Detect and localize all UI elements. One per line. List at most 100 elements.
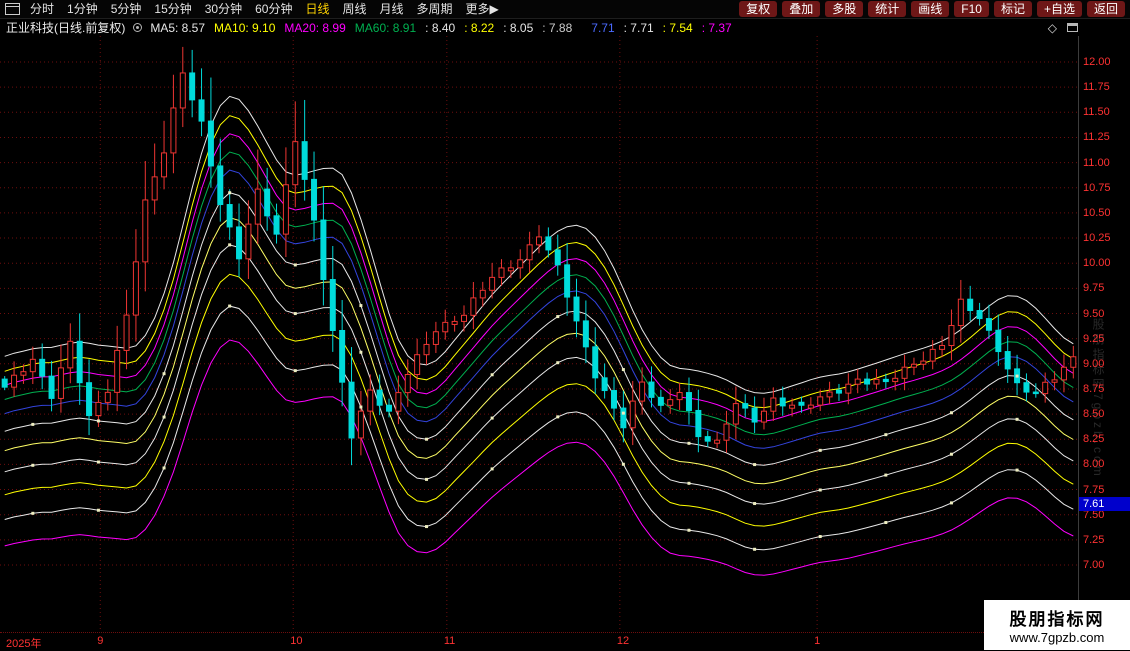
candle-body bbox=[996, 330, 1001, 351]
top-menu-bar: 分时 1分钟 5分钟 15分钟 30分钟 60分钟日线周线月线多周期更多▶ 复权叠加多股统… bbox=[0, 0, 1130, 19]
menu-item-15分钟[interactable]: 15分钟 bbox=[154, 0, 191, 18]
last-price-tag: 7.61 bbox=[1079, 497, 1130, 511]
diamond-icon[interactable]: ◇ bbox=[1048, 21, 1057, 35]
candle-body bbox=[902, 367, 907, 378]
candle-body bbox=[649, 382, 654, 397]
candle-body bbox=[827, 392, 832, 397]
toolbar: 复权叠加多股统计画线 F10 标记 +自选返回 bbox=[739, 1, 1125, 17]
app-window-icon[interactable] bbox=[5, 3, 20, 15]
band-marker bbox=[97, 419, 100, 422]
band-marker bbox=[359, 351, 362, 354]
candle-body bbox=[143, 200, 148, 262]
candle-body bbox=[96, 402, 101, 415]
indicator-bar: 正业科技(日线.前复权) MA5: 8.57MA10: 9.10MA20: 8.… bbox=[0, 19, 1130, 36]
candle-body bbox=[790, 405, 795, 408]
band-marker bbox=[294, 312, 297, 315]
candle-body bbox=[471, 298, 476, 315]
menu-item-60分钟[interactable]: 60分钟 bbox=[255, 0, 292, 18]
menu-item-分时[interactable]: 分时 bbox=[30, 0, 54, 18]
candle-body bbox=[387, 405, 392, 411]
candle-body bbox=[293, 142, 298, 185]
candle-body bbox=[743, 404, 748, 408]
toolbar-button-标记[interactable]: 标记 bbox=[994, 1, 1032, 17]
band-marker bbox=[31, 464, 34, 467]
candle-body bbox=[958, 299, 963, 325]
indicator-value: 7.71 bbox=[591, 21, 614, 35]
band-marker bbox=[950, 411, 953, 414]
band-marker bbox=[884, 433, 887, 436]
price-axis-label: 7.00 bbox=[1083, 559, 1104, 571]
candle-body bbox=[761, 411, 766, 422]
candle-body bbox=[527, 245, 532, 260]
menu-item-5分钟[interactable]: 5分钟 bbox=[111, 0, 142, 18]
band-marker bbox=[425, 478, 428, 481]
band-marker bbox=[359, 304, 362, 307]
menu-item-日线[interactable]: 日线 bbox=[305, 0, 329, 18]
date-axis-month: 1 bbox=[814, 635, 820, 647]
candle-body bbox=[940, 346, 945, 350]
candle-body bbox=[443, 322, 448, 331]
band-marker bbox=[97, 509, 100, 512]
candle-body bbox=[611, 391, 616, 409]
price-axis-label: 9.75 bbox=[1083, 282, 1104, 294]
toolbar-button-复权[interactable]: 复权 bbox=[739, 1, 777, 17]
candle-body bbox=[780, 398, 785, 406]
candle-body bbox=[836, 390, 841, 393]
stock-title[interactable]: 正业科技(日线.前复权) bbox=[6, 19, 125, 36]
band-marker bbox=[884, 474, 887, 477]
candle-body bbox=[930, 349, 935, 361]
date-axis-year: 2025年 bbox=[6, 635, 41, 651]
menu-item-更多▶[interactable]: 更多▶ bbox=[466, 0, 499, 18]
indicator-value: : 7.54 bbox=[663, 21, 693, 35]
candle-body bbox=[846, 384, 851, 393]
toolbar-button-+自选[interactable]: +自选 bbox=[1037, 1, 1082, 17]
candlestick-chart[interactable] bbox=[0, 36, 1078, 632]
candle-body bbox=[180, 73, 185, 108]
menu-item-1分钟[interactable]: 1分钟 bbox=[67, 0, 98, 18]
toolbar-button-多股[interactable]: 多股 bbox=[825, 1, 863, 17]
band-marker bbox=[1016, 375, 1019, 378]
candle-body bbox=[405, 374, 410, 392]
candle-body bbox=[115, 350, 120, 392]
price-axis-label: 11.75 bbox=[1083, 81, 1110, 93]
window-icon[interactable] bbox=[1067, 23, 1078, 32]
band-line-9 bbox=[5, 306, 1074, 550]
candle-body bbox=[40, 359, 45, 376]
menu-item-30分钟[interactable]: 30分钟 bbox=[205, 0, 242, 18]
toolbar-button-画线[interactable]: 画线 bbox=[911, 1, 949, 17]
price-axis-label: 7.25 bbox=[1083, 534, 1104, 546]
toolbar-button-叠加[interactable]: 叠加 bbox=[782, 1, 820, 17]
candle-body bbox=[424, 344, 429, 354]
candle-body bbox=[105, 392, 110, 402]
band-marker bbox=[163, 466, 166, 469]
candle-body bbox=[799, 402, 804, 405]
price-axis-label: 9.50 bbox=[1083, 308, 1104, 320]
price-axis-label: 9.00 bbox=[1083, 358, 1104, 370]
candle-body bbox=[58, 368, 63, 399]
band-marker bbox=[491, 467, 494, 470]
candle-body bbox=[855, 379, 860, 384]
candle-body bbox=[227, 205, 232, 227]
indicator-value: MA20: 8.99 bbox=[284, 21, 345, 35]
candle-body bbox=[949, 326, 954, 346]
toolbar-button-统计[interactable]: 统计 bbox=[868, 1, 906, 17]
toolbar-button-返回[interactable]: 返回 bbox=[1087, 1, 1125, 17]
band-marker bbox=[687, 482, 690, 485]
candle-body bbox=[12, 375, 17, 387]
watermark-url: www.7gpzb.com bbox=[984, 630, 1130, 645]
menu-item-周线[interactable]: 周线 bbox=[342, 0, 366, 18]
toolbar-button-F10[interactable]: F10 bbox=[954, 1, 989, 17]
menu-item-多周期[interactable]: 多周期 bbox=[417, 0, 453, 18]
menu-item-月线[interactable]: 月线 bbox=[380, 0, 404, 18]
band-marker bbox=[31, 512, 34, 515]
candle-body bbox=[415, 355, 420, 375]
band-marker bbox=[359, 406, 362, 409]
candle-body bbox=[480, 290, 485, 298]
price-axis-label: 8.00 bbox=[1083, 458, 1104, 470]
candle-body bbox=[452, 321, 457, 324]
indicator-value: MA60: 8.91 bbox=[355, 21, 416, 35]
candle-body bbox=[171, 108, 176, 153]
band-line-4 bbox=[5, 170, 1074, 448]
band-marker bbox=[884, 521, 887, 524]
price-axis-label: 11.25 bbox=[1083, 131, 1110, 143]
